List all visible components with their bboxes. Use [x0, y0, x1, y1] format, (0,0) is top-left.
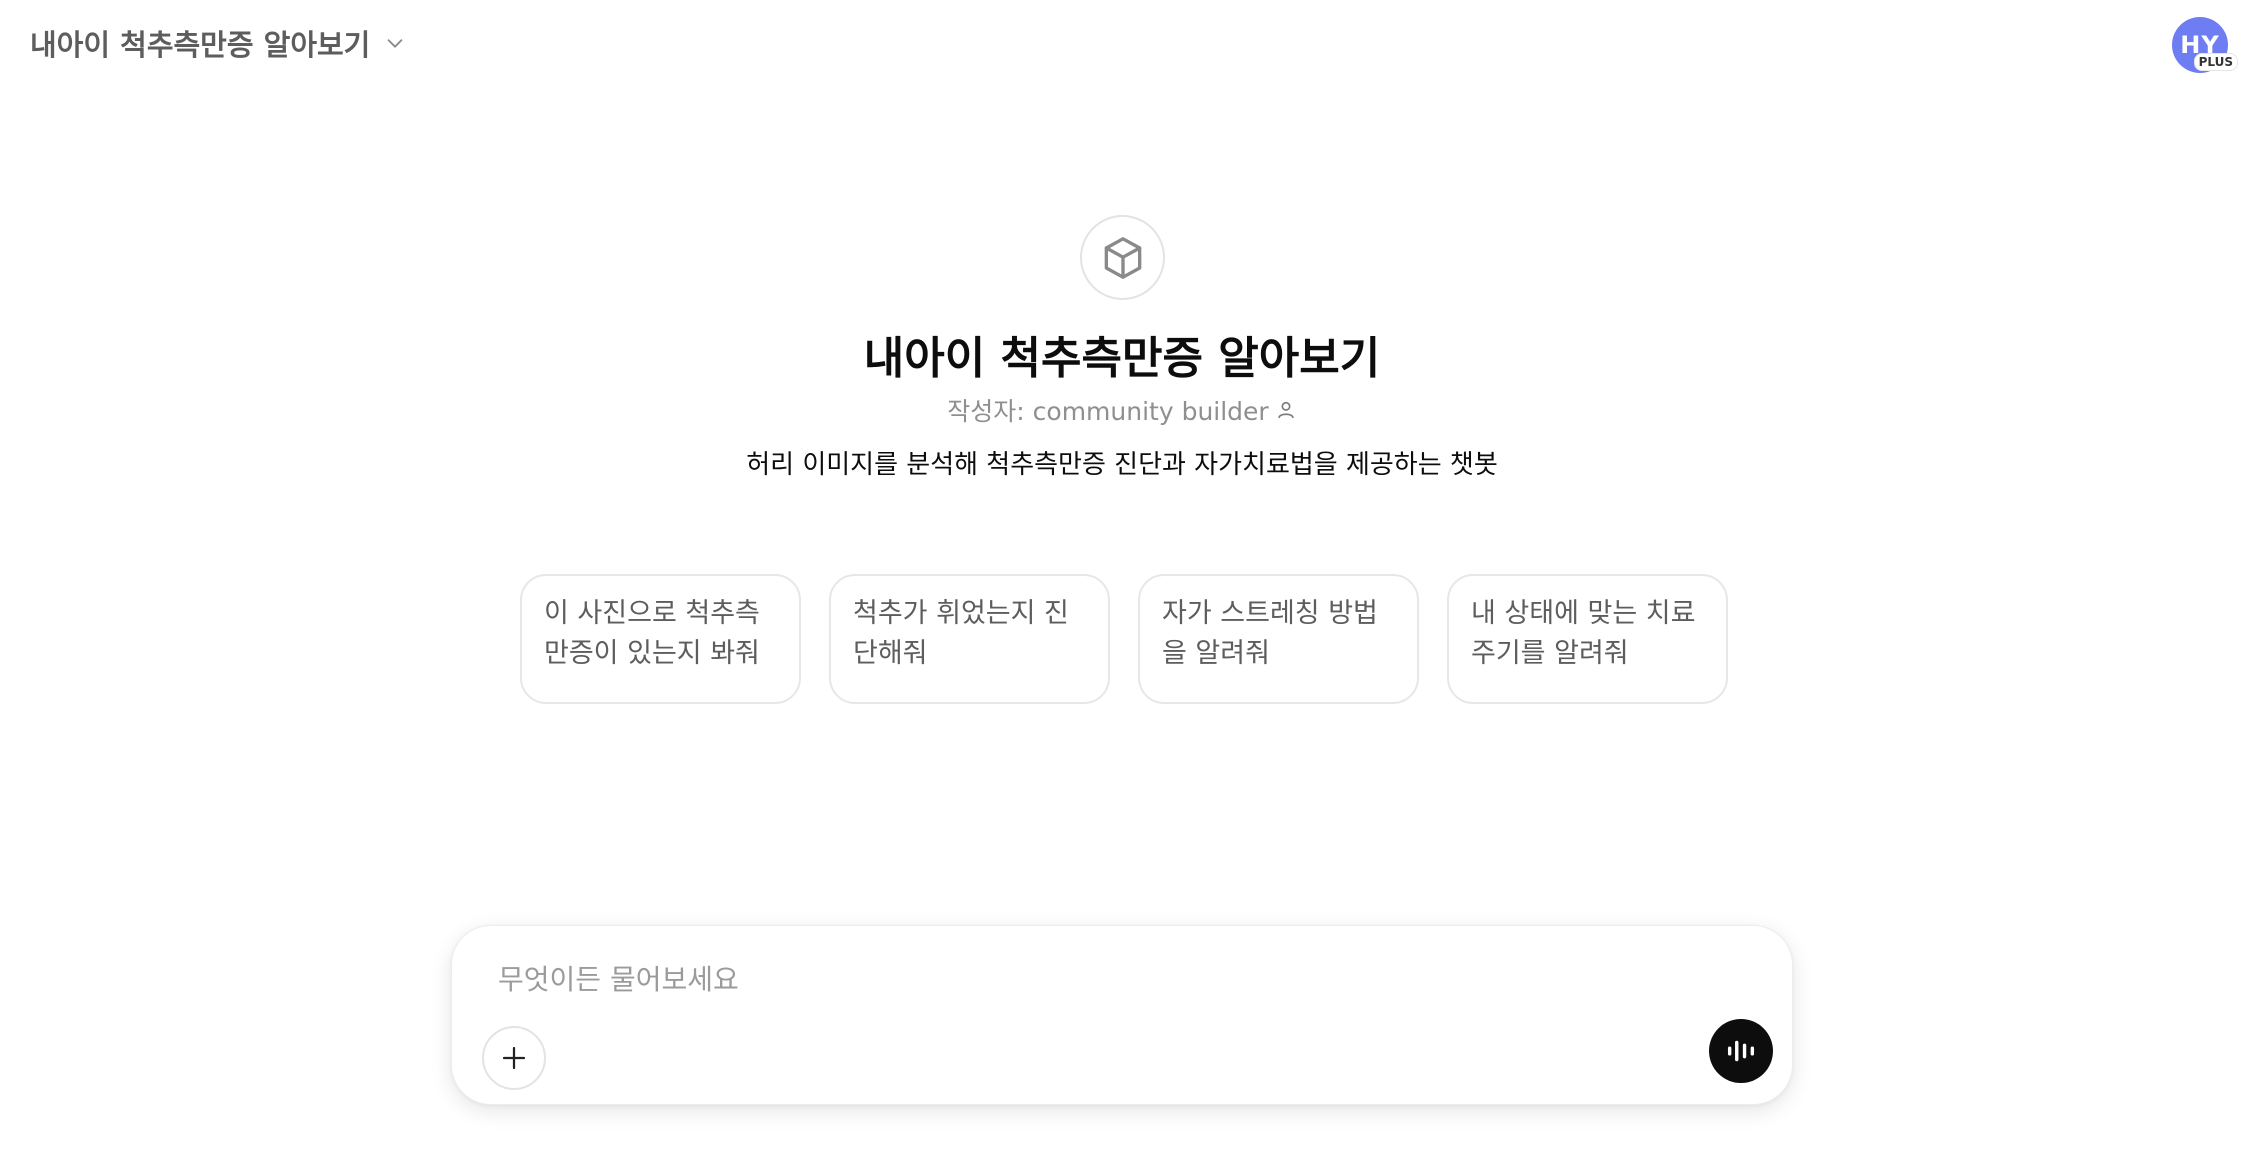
author-line: 작성자: community builder	[0, 392, 2244, 428]
plus-icon	[502, 1046, 526, 1070]
plan-badge: PLUS	[2193, 53, 2238, 71]
voice-mode-button[interactable]	[1709, 1019, 1773, 1083]
gpt-name-dropdown[interactable]: 내아이 척추측만증 알아보기	[30, 22, 406, 64]
gpt-description: 허리 이미지를 분석해 척추측만증 진단과 자가치료법을 제공하는 챗봇	[746, 450, 1498, 480]
author-label: 작성자: community builder	[947, 397, 1269, 426]
cube-icon	[1080, 215, 1165, 300]
conversation-starters: 이 사진으로 척추측만증이 있는지 봐줘 척추가 휘었는지 진단해줘 자가 스트…	[520, 574, 1728, 704]
message-composer	[451, 925, 1793, 1105]
message-input[interactable]	[496, 954, 1596, 1004]
starter-card[interactable]: 척추가 휘었는지 진단해줘	[829, 574, 1110, 704]
starter-card[interactable]: 이 사진으로 척추측만증이 있는지 봐줘	[520, 574, 801, 704]
gpt-title: 내아이 척추측만증 알아보기	[863, 333, 1381, 384]
person-icon	[1278, 401, 1294, 419]
add-attachment-button[interactable]	[482, 1026, 546, 1090]
voice-waveform-icon	[1727, 1040, 1755, 1062]
starter-card[interactable]: 내 상태에 맞는 치료 주기를 알려줘	[1447, 574, 1728, 704]
chevron-down-icon	[388, 39, 403, 48]
user-avatar[interactable]: HY PLUS	[2172, 17, 2238, 73]
starter-card[interactable]: 자가 스트레칭 방법을 알려줘	[1138, 574, 1419, 704]
gpt-name-label: 내아이 척추측만증 알아보기	[30, 28, 371, 62]
